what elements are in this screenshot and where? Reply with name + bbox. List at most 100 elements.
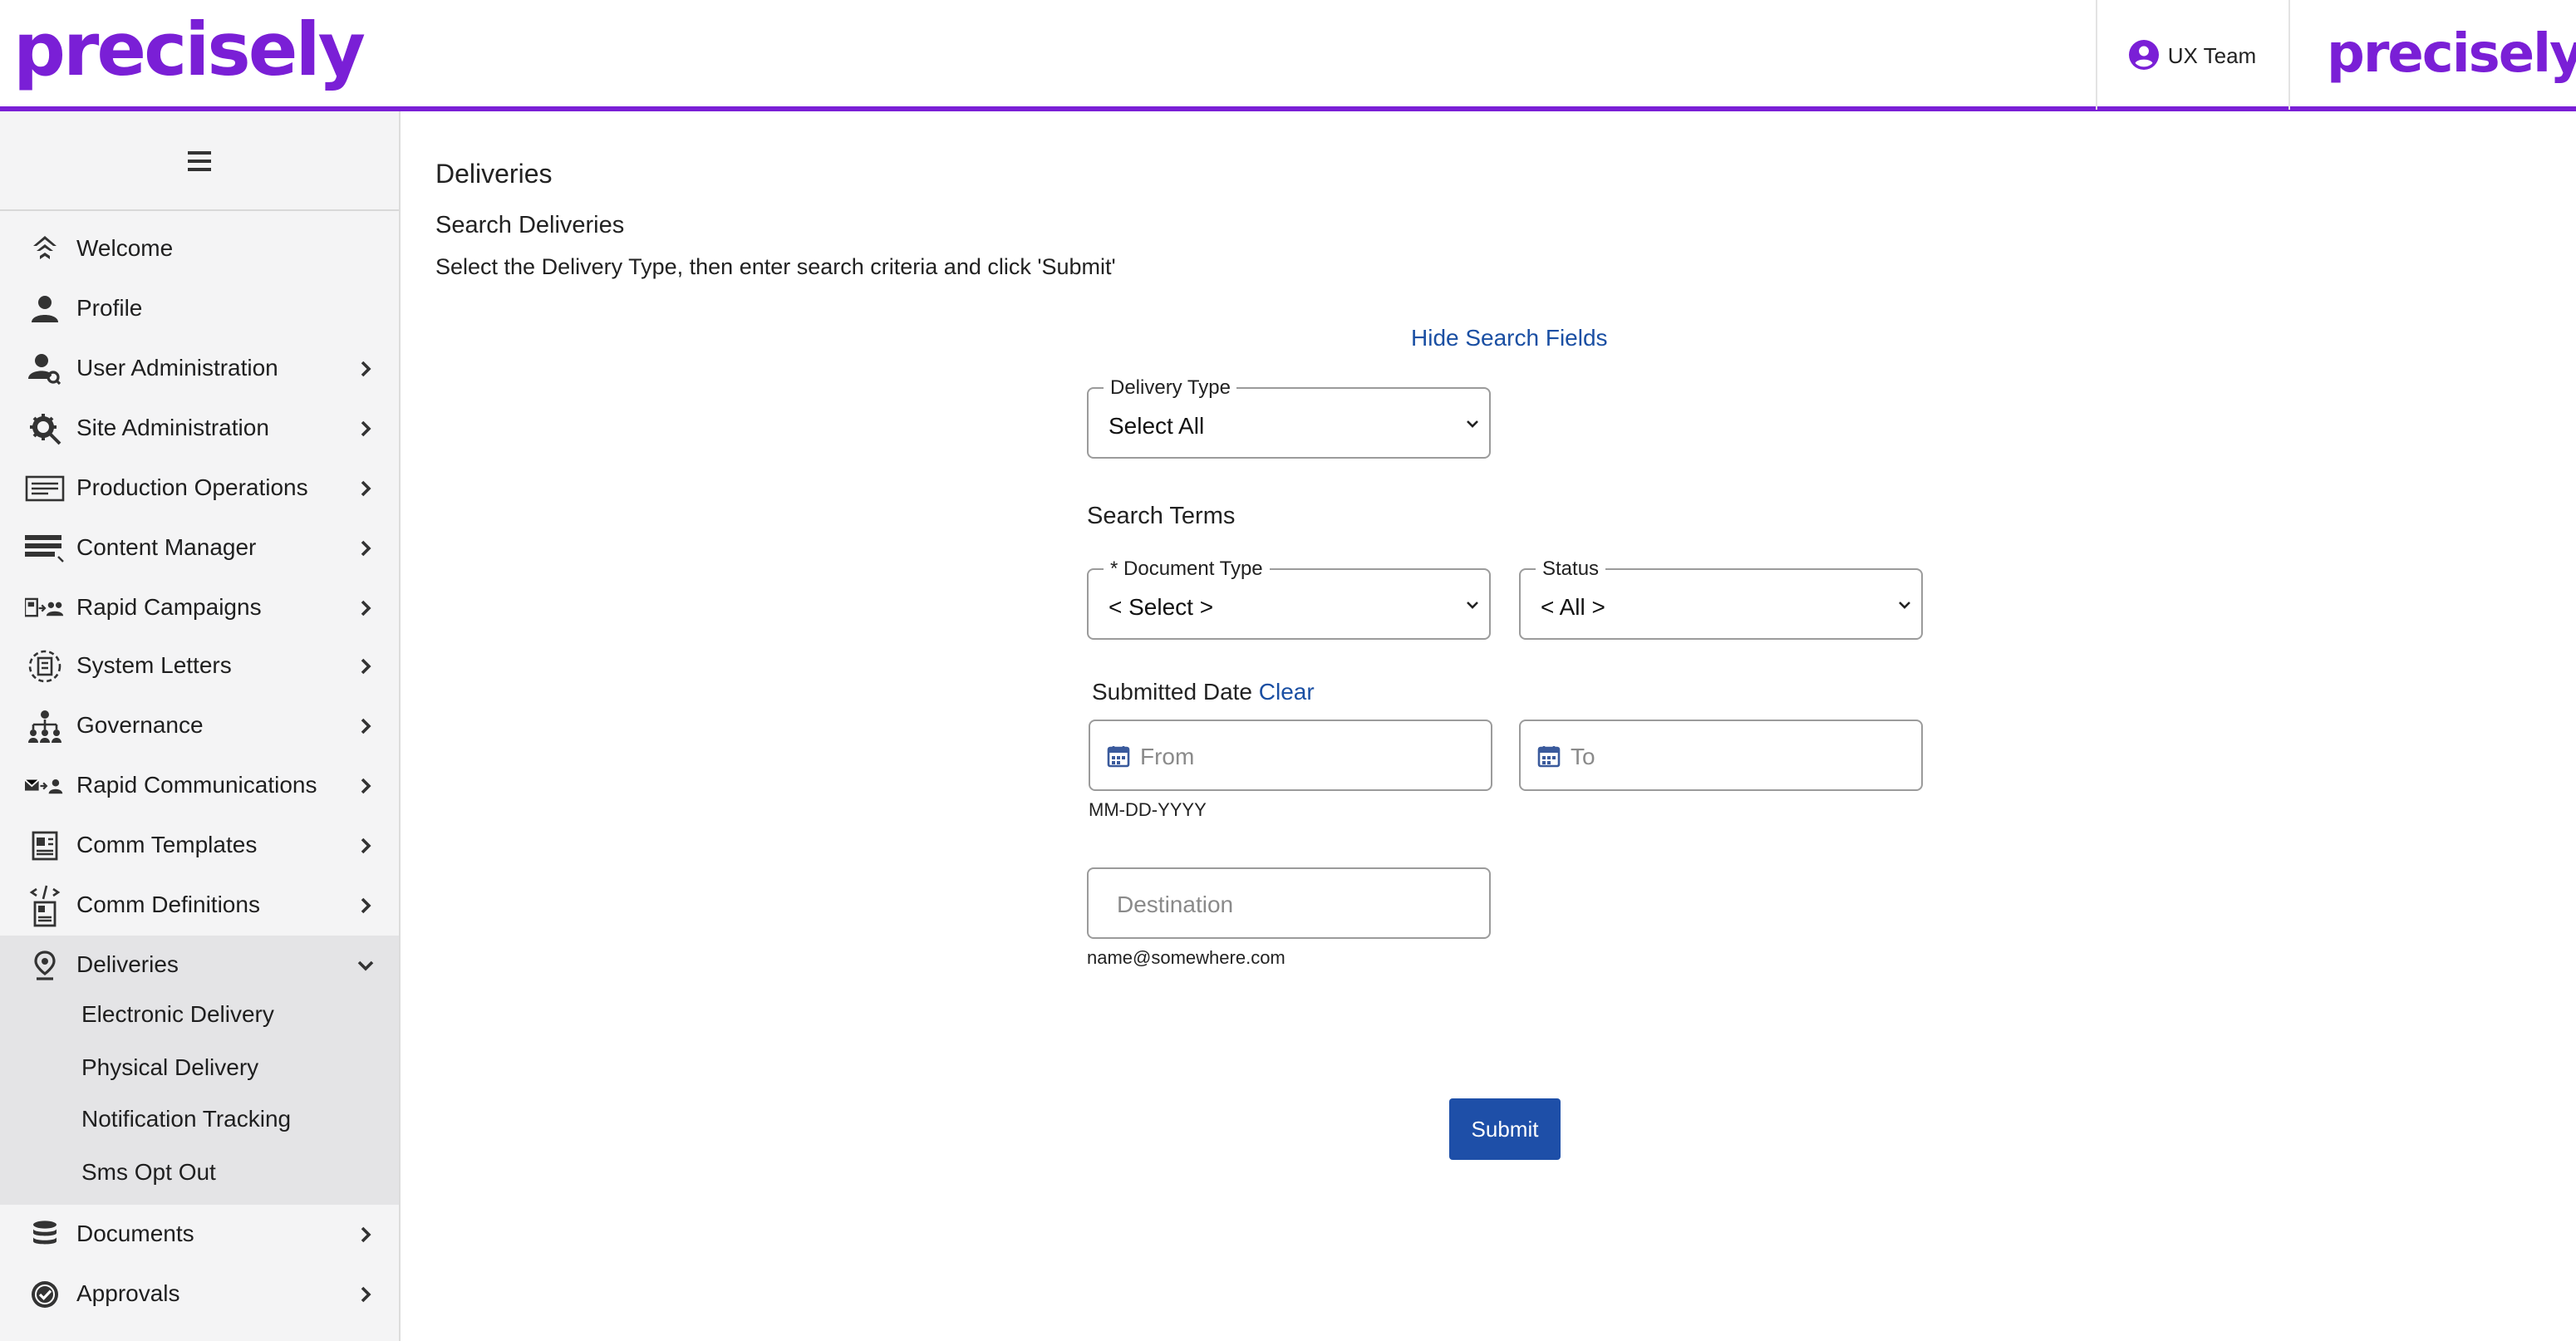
sidebar-toggle[interactable] (0, 111, 399, 211)
brand-logo: precisely (2327, 22, 2576, 85)
sidebar-item-content-manager[interactable]: Content Manager (0, 518, 399, 578)
sidebar-item-rapid-communications[interactable]: Rapid Communications (0, 756, 399, 816)
delivery-type-label: Delivery Type (1104, 376, 1237, 399)
submenu-item-notification-tracking[interactable]: Notification Tracking (81, 1105, 291, 1132)
user-menu[interactable]: UX Team (2096, 0, 2290, 110)
hide-search-fields-link[interactable]: Hide Search Fields (1411, 324, 1608, 351)
deliveries-section: Deliveries Electronic Delivery Physical … (0, 936, 399, 1205)
comm-templates-icon (25, 829, 65, 862)
sidebar-item-rapid-campaigns[interactable]: Rapid Campaigns (0, 578, 399, 638)
date-from-placeholder: From (1140, 743, 1195, 769)
database-icon (25, 1218, 65, 1251)
sidebar-item-label: Rapid Campaigns (76, 593, 262, 620)
location-pin-icon (25, 949, 65, 982)
main-content: Deliveries Search Deliveries Select the … (402, 111, 2576, 1341)
hamburger-icon (188, 150, 211, 170)
profile-icon (25, 292, 65, 326)
sidebar: Welcome Profile User Administration Site… (0, 111, 401, 1341)
submenu-item-electronic-delivery[interactable]: Electronic Delivery (81, 1000, 274, 1027)
sidebar-item-label: Governance (76, 711, 204, 738)
sidebar-item-approvals[interactable]: Approvals (0, 1265, 399, 1324)
sidebar-item-documents[interactable]: Documents (0, 1205, 399, 1265)
comm-definitions-icon (25, 885, 65, 927)
section-title: Search Deliveries (435, 213, 625, 239)
page-title: Deliveries (435, 161, 553, 189)
sidebar-item-label: Rapid Communications (76, 771, 317, 798)
sidebar-item-site-administration[interactable]: Site Administration (0, 399, 399, 459)
instructions-text: Select the Delivery Type, then enter sea… (435, 254, 1116, 279)
sidebar-item-governance[interactable]: Governance (0, 696, 399, 756)
submitted-date-heading: Submitted Date Clear (1092, 678, 1315, 705)
chevron-down-icon (1899, 602, 1910, 609)
status-value: < All > (1541, 593, 1605, 620)
document-type-value: < Select > (1109, 593, 1214, 620)
sidebar-item-label: System Letters (76, 651, 232, 678)
search-terms-heading: Search Terms (1087, 503, 1236, 530)
precisely-logo[interactable]: precisely (13, 9, 366, 93)
content-manager-icon (25, 532, 65, 565)
approval-badge-icon (25, 1278, 65, 1311)
submenu-item-physical-delivery[interactable]: Physical Delivery (81, 1054, 258, 1080)
user-name: UX Team (2167, 42, 2257, 67)
chevron-down-icon (1467, 602, 1478, 609)
sidebar-item-production-operations[interactable]: Production Operations (0, 459, 399, 518)
destination-input[interactable]: Destination (1087, 867, 1491, 939)
chevron-right-icon (361, 778, 371, 794)
system-letters-icon (25, 650, 65, 683)
sidebar-item-label: Documents (76, 1220, 194, 1246)
rapid-campaigns-icon (25, 592, 65, 625)
delivery-type-select[interactable]: Delivery Type Select All (1087, 376, 1491, 459)
chevron-right-icon (361, 1286, 371, 1303)
governance-icon (25, 710, 65, 743)
sidebar-item-comm-templates[interactable]: Comm Templates (0, 816, 399, 876)
sidebar-item-user-administration[interactable]: User Administration (0, 339, 399, 399)
sidebar-item-label: Deliveries (76, 950, 179, 977)
calendar-icon (1107, 746, 1130, 768)
delivery-type-value: Select All (1109, 412, 1205, 439)
top-header: precisely UX Team precisely (0, 0, 2576, 111)
sidebar-item-profile[interactable]: Profile (0, 279, 399, 339)
sidebar-item-label: Comm Definitions (76, 891, 260, 917)
site-admin-gear-icon (25, 412, 65, 445)
sidebar-item-comm-definitions[interactable]: Comm Definitions (0, 876, 399, 936)
chevron-right-icon (361, 361, 371, 377)
sidebar-item-label: Content Manager (76, 533, 257, 560)
chevron-right-icon (361, 1226, 371, 1243)
clear-date-link[interactable]: Clear (1259, 678, 1315, 705)
user-account-icon (2129, 40, 2160, 70)
sidebar-item-label: User Administration (76, 354, 278, 381)
sidebar-item-label: Welcome (76, 234, 174, 261)
status-label: Status (1536, 557, 1606, 580)
chevron-right-icon (361, 540, 371, 557)
production-operations-icon (25, 472, 65, 505)
calendar-icon (1537, 746, 1561, 768)
sidebar-item-deliveries[interactable]: Deliveries (0, 936, 399, 995)
rapid-communications-icon (25, 769, 65, 803)
sidebar-item-label: Profile (76, 294, 143, 321)
date-to-input[interactable]: To (1519, 720, 1923, 791)
date-format-hint: MM-DD-YYYY (1089, 801, 1207, 821)
document-type-select[interactable]: * Document Type < Select > (1087, 557, 1491, 640)
date-from-input[interactable]: From (1089, 720, 1492, 791)
welcome-icon (25, 233, 65, 266)
date-to-placeholder: To (1571, 743, 1595, 769)
sidebar-item-system-letters[interactable]: System Letters (0, 636, 399, 696)
destination-placeholder: Destination (1117, 891, 1234, 917)
chevron-right-icon (361, 718, 371, 734)
submit-button[interactable]: Submit (1449, 1098, 1561, 1160)
document-type-label: * Document Type (1104, 557, 1270, 580)
chevron-right-icon (361, 480, 371, 497)
chevron-right-icon (361, 420, 371, 437)
chevron-right-icon (361, 897, 371, 914)
sidebar-item-label: Site Administration (76, 414, 269, 440)
sidebar-item-label: Production Operations (76, 474, 308, 500)
submenu-item-sms-opt-out[interactable]: Sms Opt Out (81, 1158, 216, 1185)
chevron-right-icon (361, 838, 371, 854)
submitted-date-label: Submitted Date (1092, 678, 1252, 705)
sidebar-item-welcome[interactable]: Welcome (0, 219, 399, 279)
chevron-right-icon (361, 658, 371, 675)
chevron-down-icon (1467, 420, 1478, 428)
sidebar-item-label: Comm Templates (76, 831, 258, 857)
status-select[interactable]: Status < All > (1519, 557, 1923, 640)
destination-hint: name@somewhere.com (1087, 949, 1286, 969)
